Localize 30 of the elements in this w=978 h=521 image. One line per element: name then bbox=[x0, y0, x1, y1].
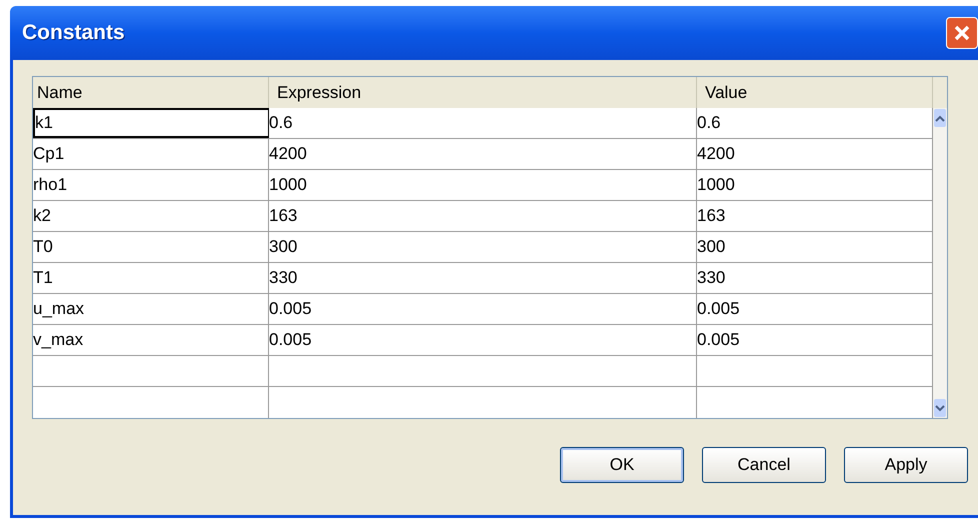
table-cell[interactable]: u_max bbox=[33, 294, 269, 324]
column-header[interactable]: Name bbox=[33, 77, 269, 108]
window-title: Constants bbox=[22, 20, 125, 46]
close-icon bbox=[953, 24, 971, 42]
table-cell[interactable]: 0.6 bbox=[269, 108, 697, 138]
chevron-up-icon bbox=[935, 114, 945, 122]
table-cell[interactable]: 0.005 bbox=[269, 294, 697, 324]
table-cell[interactable]: v_max bbox=[33, 325, 269, 355]
column-header[interactable]: Value bbox=[697, 77, 933, 108]
scroll-up-button[interactable] bbox=[934, 109, 946, 127]
dialog-button[interactable]: OK bbox=[560, 447, 684, 483]
close-button[interactable] bbox=[946, 17, 978, 49]
scroll-down-button[interactable] bbox=[934, 399, 946, 417]
table-cell[interactable]: 4200 bbox=[269, 139, 697, 169]
table-cell[interactable]: 300 bbox=[269, 232, 697, 262]
dialog-button[interactable]: Cancel bbox=[702, 447, 826, 483]
table-cell[interactable]: T1 bbox=[33, 263, 269, 293]
table-cell[interactable]: k2 bbox=[33, 201, 269, 231]
table-cell[interactable]: k1 bbox=[33, 108, 269, 138]
table-cell[interactable]: 330 bbox=[269, 263, 697, 293]
table-cell[interactable]: Cp1 bbox=[33, 139, 269, 169]
table-cell[interactable]: 163 bbox=[269, 201, 697, 231]
dialog-button[interactable]: Apply bbox=[844, 447, 968, 483]
table-cell[interactable]: 1000 bbox=[269, 170, 697, 200]
table-cell[interactable]: T0 bbox=[33, 232, 269, 262]
table-cell[interactable]: 0.005 bbox=[269, 325, 697, 355]
scrollbar[interactable] bbox=[933, 108, 947, 418]
table-cell[interactable]: rho1 bbox=[33, 170, 269, 200]
column-header[interactable]: Expression bbox=[269, 77, 697, 108]
chevron-down-icon bbox=[935, 404, 945, 412]
